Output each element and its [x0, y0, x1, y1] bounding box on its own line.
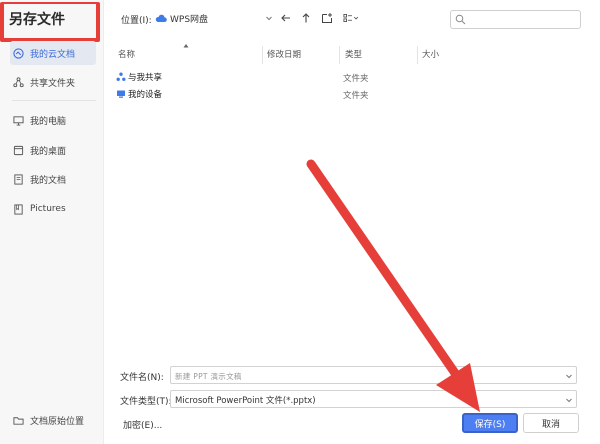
sidebar: 另存文件 我的云文档 共享文件夹 我的电脑 我的桌面 我的文档 Pictures…: [0, 0, 104, 444]
file-name: 我的设备: [128, 90, 163, 100]
arrow-up-icon: [302, 13, 310, 23]
folder-icon: [12, 414, 24, 426]
grid-view-icon: [343, 13, 359, 23]
sidebar-item-label: Pictures: [30, 204, 66, 214]
chevron-down-icon: [266, 16, 272, 21]
sidebar-item-label: 文档原始位置: [30, 416, 85, 427]
sidebar-item-my-documents[interactable]: 我的文档: [12, 167, 98, 191]
row-name-cell: 与我共享: [116, 71, 162, 83]
sidebar-item-my-cloud-docs[interactable]: 我的云文档: [10, 41, 96, 65]
sidebar-item-shared-folder[interactable]: 共享文件夹: [12, 70, 98, 94]
table-row[interactable]: 与我共享 文件夹: [110, 69, 580, 85]
sidebar-item-label: 我的云文档: [30, 49, 76, 60]
table-row[interactable]: 我的设备 文件夹: [110, 86, 580, 102]
search-box[interactable]: [450, 10, 581, 29]
new-folder-icon: [322, 13, 332, 23]
filetype-value: Microsoft PowerPoint 文件(*.pptx): [175, 396, 316, 406]
file-list: 名称 修改日期 类型 大小 与我共享 文件夹 我的设备 文件夹: [108, 42, 588, 342]
sidebar-item-pictures[interactable]: Pictures: [12, 197, 98, 221]
column-divider: [339, 46, 340, 64]
cloud-doc-icon: [12, 47, 24, 59]
arrow-left-icon: [281, 14, 290, 22]
wps-cloud-icon: [155, 14, 167, 22]
toolbar: 位置(I): WPS网盘: [104, 0, 600, 38]
filename-value: 新建 PPT 演示文稿: [175, 372, 242, 381]
computer-icon: [12, 114, 24, 126]
back-button[interactable]: [279, 11, 293, 25]
shared-users-icon: [116, 72, 126, 81]
location-dropdown[interactable]: WPS网盘: [155, 10, 273, 27]
file-name: 与我共享: [128, 73, 163, 83]
sidebar-item-label: 我的文档: [30, 175, 67, 186]
column-divider: [417, 46, 418, 64]
column-header-modified[interactable]: 修改日期: [267, 48, 301, 60]
save-as-dialog: 另存文件 我的云文档 共享文件夹 我的电脑 我的桌面 我的文档 Pictures…: [0, 0, 600, 444]
location-value: WPS网盘: [170, 15, 209, 25]
sidebar-item-label: 我的桌面: [30, 146, 67, 157]
encrypt-link[interactable]: 加密(E)...: [123, 418, 162, 431]
search-input[interactable]: [469, 12, 577, 27]
save-button[interactable]: 保存(S): [462, 413, 518, 433]
column-header-name[interactable]: 名称: [118, 48, 135, 60]
filetype-label: 文件类型(T):: [120, 397, 172, 407]
column-divider: [262, 46, 263, 64]
column-header-type[interactable]: 类型: [345, 48, 362, 60]
sidebar-divider: [12, 100, 96, 101]
sidebar-item-label: 共享文件夹: [30, 78, 76, 89]
device-icon: [117, 90, 125, 98]
document-icon: [12, 173, 24, 185]
location-label: 位置(I):: [121, 16, 152, 26]
share-folder-icon: [12, 76, 24, 88]
file-type: 文件夹: [343, 74, 369, 84]
chevron-down-icon: [566, 398, 572, 403]
desktop-icon: [12, 144, 24, 156]
filename-field[interactable]: 新建 PPT 演示文稿: [170, 366, 577, 384]
filename-label: 文件名(N):: [120, 373, 164, 383]
sidebar-item-my-desktop[interactable]: 我的桌面: [12, 138, 98, 162]
chevron-down-icon[interactable]: [565, 372, 573, 380]
sidebar-item-label: 我的电脑: [30, 116, 67, 127]
dialog-title: 另存文件: [9, 12, 65, 28]
column-header-size[interactable]: 大小: [422, 48, 439, 60]
sort-ascending-icon: [183, 44, 189, 48]
new-folder-button[interactable]: [320, 11, 334, 25]
cancel-button[interactable]: 取消: [523, 413, 579, 433]
file-type: 文件夹: [343, 91, 369, 101]
sidebar-item-my-computer[interactable]: 我的电脑: [12, 108, 98, 132]
sidebar-item-original-location[interactable]: 文档原始位置: [12, 408, 98, 432]
folder-icon: [12, 203, 24, 215]
view-mode-button[interactable]: [342, 11, 362, 25]
dialog-title-highlight: 另存文件: [0, 2, 100, 42]
up-folder-button[interactable]: [299, 11, 313, 25]
row-name-cell: 我的设备: [116, 88, 162, 100]
filetype-select[interactable]: Microsoft PowerPoint 文件(*.pptx): [170, 390, 577, 408]
search-icon: [455, 14, 466, 25]
